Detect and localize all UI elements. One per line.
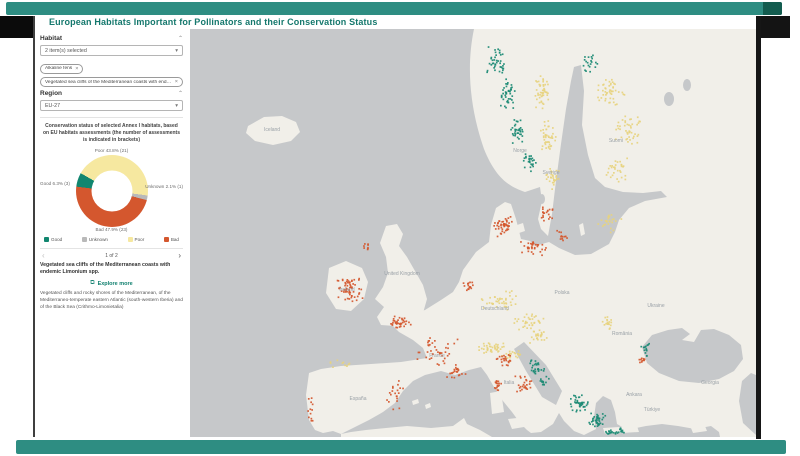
habitat-chip-alkaline-fens[interactable]: Alkaline fens × [40, 64, 83, 74]
legend-label: Good [51, 237, 62, 242]
donut-label-good: Good 6.3% (3) [40, 181, 70, 186]
legend-swatch-bad [164, 237, 169, 242]
page-canvas: European Habitats Important for Pollinat… [0, 0, 800, 456]
chevron-left-icon[interactable]: ‹ [42, 253, 45, 259]
habitat-section-header[interactable]: Habitat ⌃ [40, 35, 183, 42]
chip-label: Alkaline fens [45, 66, 72, 71]
habitat-title: Vegetated sea cliffs of the Mediterranea… [40, 262, 183, 276]
legend-item-good: Good [44, 237, 62, 242]
lake [664, 92, 674, 106]
habitat-pagination: ‹ 1 of 2 › [42, 253, 181, 259]
donut-hole [91, 171, 132, 212]
window-edge-right [756, 16, 761, 439]
region-select[interactable]: EU-27 ▾ [40, 100, 183, 111]
region-section-label: Region [40, 90, 62, 97]
europe-map[interactable]: IcelandNorgeSverigeSuomiUnited KingdomIr… [190, 29, 756, 437]
legend-swatch-good [44, 237, 49, 242]
chevron-right-icon[interactable]: › [178, 253, 181, 259]
collapse-icon[interactable]: ⌃ [178, 92, 183, 96]
lake [683, 79, 691, 91]
explore-more-label: Explore more [98, 281, 133, 287]
divider [40, 117, 183, 118]
legend-item-unknown: Unknown [82, 237, 108, 242]
habitat-select-value: 2 item(s) selected [45, 48, 87, 54]
accent-bar-top-cap [763, 2, 782, 15]
page-title: European Habitats Important for Pollinat… [49, 17, 378, 27]
explore-more-link[interactable]: ⧉ Explore more [40, 280, 183, 287]
accent-bar-bottom [16, 440, 786, 454]
legend-item-poor: Poor [128, 237, 145, 242]
legend-swatch-poor [128, 237, 133, 242]
close-icon[interactable]: × [175, 79, 178, 85]
corner-block-right [757, 16, 790, 38]
donut-label-bad: Bad 47.9% (23) [96, 227, 128, 232]
habitat-section-label: Habitat [40, 35, 62, 42]
lake [539, 194, 545, 204]
accent-bar-top [6, 2, 782, 15]
pagination-label: 1 of 2 [105, 253, 118, 259]
chip-label: Vegetated sea cliffs of the Mediterranea… [45, 80, 172, 85]
close-icon[interactable]: × [75, 66, 78, 72]
europe-map-svg [190, 29, 756, 437]
legend-label: Poor [135, 237, 145, 242]
legend-label: Unknown [89, 237, 108, 242]
caret-down-icon: ▾ [175, 103, 178, 109]
corner-block-left [0, 16, 33, 38]
legend-label: Bad [171, 237, 179, 242]
region-select-value: EU-27 [45, 103, 60, 109]
legend-swatch-unknown [82, 237, 87, 242]
external-link-icon: ⧉ [90, 280, 94, 287]
legend-item-bad: Bad [164, 237, 179, 242]
donut-label-unknown: Unknown 2.1% (1) [145, 184, 183, 189]
conservation-status-chart: Poor 43.8% (21) Unknown 2.1% (1) Good 6.… [40, 147, 183, 233]
divider [40, 248, 183, 249]
chart-legend: Good Unknown Poor Bad [44, 237, 179, 242]
caret-down-icon: ▾ [175, 48, 178, 54]
habitat-description: Vegetated cliffs and rocky shores of the… [40, 291, 183, 312]
filter-sidebar: Habitat ⌃ 2 item(s) selected ▾ Alkaline … [35, 29, 190, 437]
habitat-select[interactable]: 2 item(s) selected ▾ [40, 45, 183, 56]
app-header: European Habitats Important for Pollinat… [35, 15, 756, 29]
donut-label-poor: Poor 43.8% (21) [95, 148, 128, 153]
habitat-chip-sea-cliffs[interactable]: Vegetated sea cliffs of the Mediterranea… [40, 77, 183, 87]
region-section-header[interactable]: Region ⌃ [40, 90, 183, 97]
chart-heading: Conservation status of selected Annex I … [42, 123, 181, 144]
dashboard-app: European Habitats Important for Pollinat… [35, 15, 756, 437]
collapse-icon[interactable]: ⌃ [178, 37, 183, 41]
